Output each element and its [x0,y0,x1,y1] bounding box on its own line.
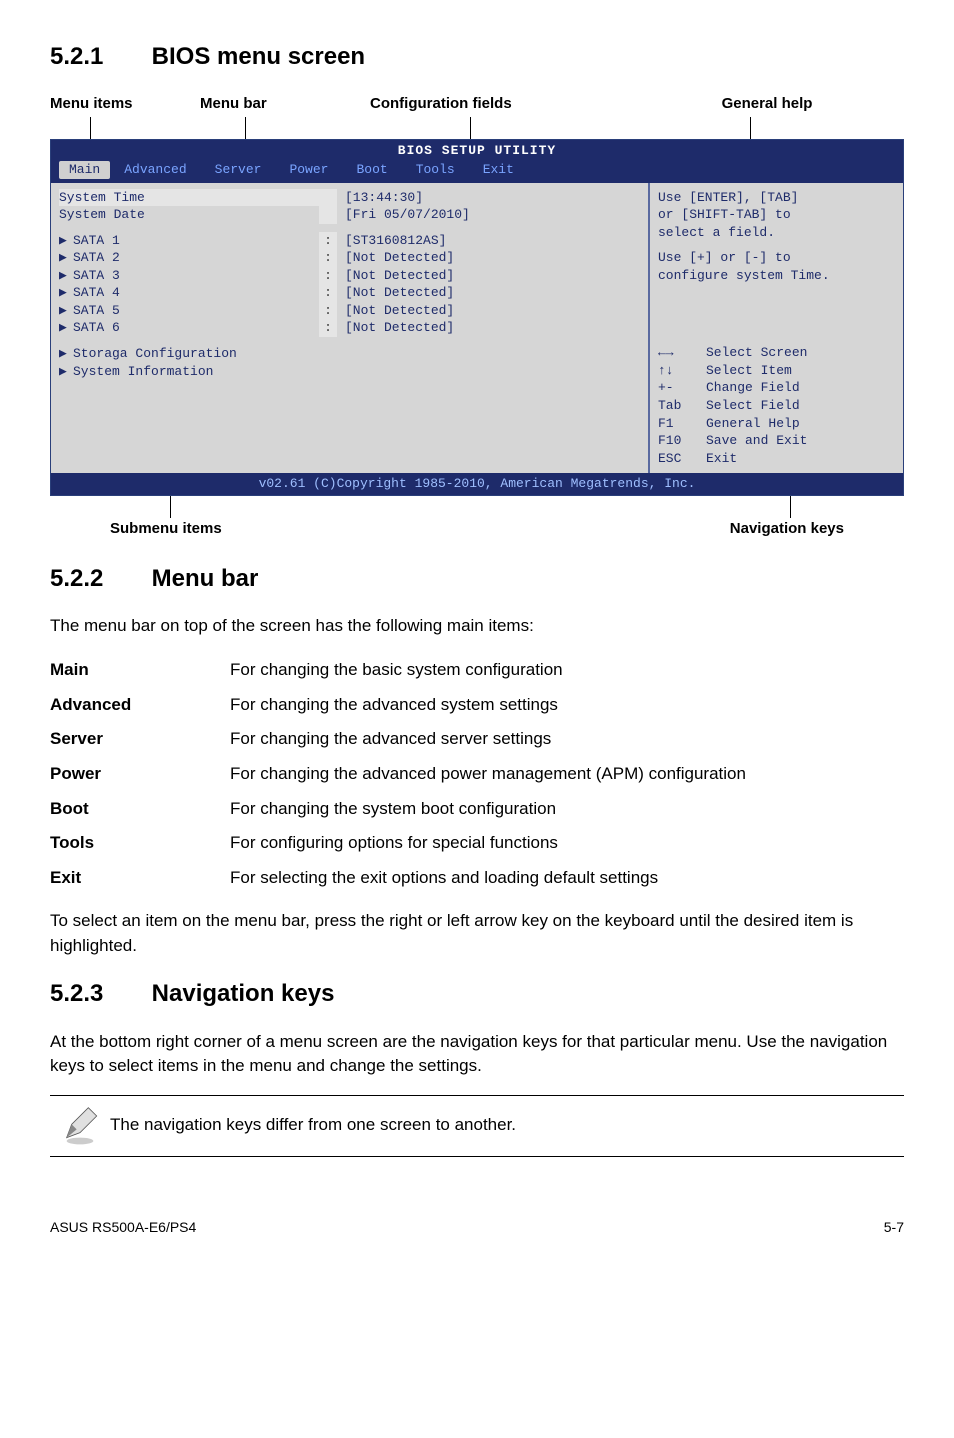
p-522-outro: To select an item on the menu bar, press… [50,909,904,958]
row-sata4[interactable]: ▶SATA 4:[Not Detected] [59,284,640,302]
table-row: BootFor changing the system boot configu… [50,792,904,827]
secnum-522: 5.2.2 [50,562,145,597]
row-system-date[interactable]: System Date [Fri 05/07/2010] [59,206,640,224]
sectitle-521: BIOS menu screen [152,43,365,70]
secnum-523: 5.2.3 [50,977,145,1012]
row-sata6[interactable]: ▶SATA 6:[Not Detected] [59,319,640,337]
triangle-icon: ▶ [59,267,73,285]
heading-521: 5.2.1 BIOS menu screen [50,40,904,75]
row-sata3[interactable]: ▶SATA 3:[Not Detected] [59,267,640,285]
val-system-date: [Fri 05/07/2010] [337,206,470,224]
tab-main[interactable]: Main [59,161,110,179]
heading-522: 5.2.2 Menu bar [50,562,904,597]
bios-window: BIOS SETUP UTILITY Main Advanced Server … [50,139,904,496]
secnum-521: 5.2.1 [50,40,145,75]
lbl-system-time: System Time [59,189,319,207]
bios-left-pane: System Time [13:44:30] System Date [Fri … [51,183,648,474]
callouts-bot: Submenu items Navigation keys [50,518,904,540]
triangle-icon: ▶ [59,249,73,267]
table-row: AdvancedFor changing the advanced system… [50,688,904,723]
p-522-intro: The menu bar on top of the screen has th… [50,614,904,639]
triangle-icon: ▶ [59,232,73,250]
tab-power[interactable]: Power [275,161,342,179]
callout-lines-bot [50,496,904,518]
table-row: MainFor changing the basic system config… [50,653,904,688]
tab-exit[interactable]: Exit [469,161,528,179]
lbl-system-date: System Date [59,206,319,224]
table-row: ToolsFor configuring options for special… [50,826,904,861]
bios-menu-bar: Main Advanced Server Power Boot Tools Ex… [51,161,903,183]
tab-server[interactable]: Server [201,161,276,179]
callout-lines-top [50,117,904,139]
help-nav-keys: ←→Select Screen ↑↓Select Item +-Change F… [658,344,895,467]
table-row: ServerFor changing the advanced server s… [50,722,904,757]
triangle-icon: ▶ [59,302,73,320]
footer-right: 5-7 [884,1217,904,1237]
row-sata1[interactable]: ▶SATA 1:[ST3160812AS] [59,232,640,250]
heading-523: 5.2.3 Navigation keys [50,977,904,1012]
bios-help-pane: Use [ENTER], [TAB] or [SHIFT-TAB] to sel… [648,183,903,474]
tab-boot[interactable]: Boot [342,161,401,179]
tab-tools[interactable]: Tools [402,161,469,179]
triangle-icon: ▶ [59,363,73,381]
triangle-icon: ▶ [59,284,73,302]
sectitle-523: Navigation keys [152,980,335,1007]
help-text: Use [ENTER], [TAB] or [SHIFT-TAB] to sel… [658,189,895,285]
callout-general-help: General help [630,93,904,115]
bios-body: System Time [13:44:30] System Date [Fri … [51,183,903,474]
triangle-icon: ▶ [59,319,73,337]
row-sata2[interactable]: ▶SATA 2:[Not Detected] [59,249,640,267]
note-block: The navigation keys differ from one scre… [50,1095,904,1157]
callout-menu-bar: Menu bar [200,93,370,115]
table-row: PowerFor changing the advanced power man… [50,757,904,792]
p-523: At the bottom right corner of a menu scr… [50,1030,904,1079]
footer-left: ASUS RS500A-E6/PS4 [50,1217,196,1237]
callout-navigation-keys: Navigation keys [477,518,904,540]
val-system-time: [13:44:30] [337,189,423,207]
bios-title: BIOS SETUP UTILITY [51,140,903,162]
bios-footer: v02.61 (C)Copyright 1985-2010, American … [51,473,903,495]
callout-submenu-items: Submenu items [50,518,477,540]
page-footer: ASUS RS500A-E6/PS4 5-7 [50,1217,904,1237]
note-text: The navigation keys differ from one scre… [110,1113,516,1138]
row-storage-config[interactable]: ▶Storaga Configuration [59,345,640,363]
row-system-time[interactable]: System Time [13:44:30] [59,189,640,207]
table-row: ExitFor selecting the exit options and l… [50,861,904,896]
pencil-icon [50,1106,110,1146]
tab-advanced[interactable]: Advanced [110,161,200,179]
row-system-info[interactable]: ▶System Information [59,363,640,381]
callouts-top: Menu items Menu bar Configuration fields… [50,93,904,115]
callout-menu-items: Menu items [50,93,200,115]
triangle-icon: ▶ [59,345,73,363]
sectitle-522: Menu bar [152,565,259,592]
menu-definitions-table: MainFor changing the basic system config… [50,653,904,895]
row-sata5[interactable]: ▶SATA 5:[Not Detected] [59,302,640,320]
callout-config-fields: Configuration fields [370,93,630,115]
